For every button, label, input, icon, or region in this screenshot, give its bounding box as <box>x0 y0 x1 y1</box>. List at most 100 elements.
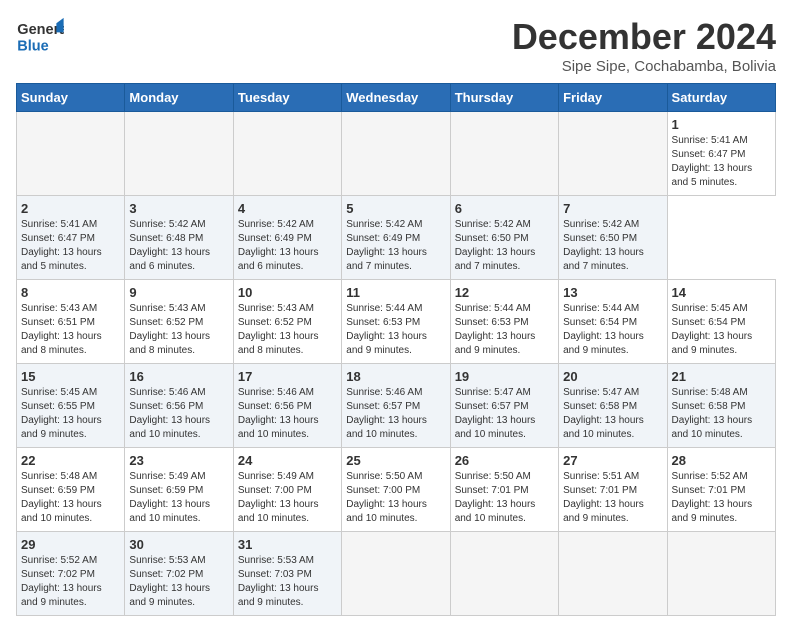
calendar-cell <box>125 112 233 196</box>
calendar-cell: 31 Sunrise: 5:53 AM Sunset: 7:03 PM Dayl… <box>233 532 341 616</box>
day-number: 19 <box>455 369 554 384</box>
cell-daylight: Daylight: 13 hours and 10 minutes. <box>129 415 210 440</box>
day-header-tuesday: Tuesday <box>233 84 341 112</box>
calendar-header: SundayMondayTuesdayWednesdayThursdayFrid… <box>17 84 776 112</box>
cell-sunset: Sunset: 6:50 PM <box>563 233 637 244</box>
day-number: 18 <box>346 369 445 384</box>
cell-daylight: Daylight: 13 hours and 10 minutes. <box>346 499 427 524</box>
cell-daylight: Daylight: 13 hours and 8 minutes. <box>129 331 210 356</box>
day-number: 29 <box>21 537 120 552</box>
day-number: 6 <box>455 201 554 216</box>
day-number: 30 <box>129 537 228 552</box>
cell-daylight: Daylight: 13 hours and 9 minutes. <box>346 331 427 356</box>
cell-sunrise: Sunrise: 5:46 AM <box>238 387 314 398</box>
day-number: 16 <box>129 369 228 384</box>
cell-daylight: Daylight: 13 hours and 10 minutes. <box>129 499 210 524</box>
cell-sunset: Sunset: 6:57 PM <box>455 401 529 412</box>
cell-sunset: Sunset: 6:59 PM <box>129 485 203 496</box>
cell-sunset: Sunset: 7:02 PM <box>21 569 95 580</box>
day-number: 20 <box>563 369 662 384</box>
day-header-sunday: Sunday <box>17 84 125 112</box>
day-number: 28 <box>672 453 771 468</box>
cell-sunset: Sunset: 7:01 PM <box>563 485 637 496</box>
calendar-cell: 12 Sunrise: 5:44 AM Sunset: 6:53 PM Dayl… <box>450 280 558 364</box>
cell-daylight: Daylight: 13 hours and 10 minutes. <box>238 499 319 524</box>
day-number: 9 <box>129 285 228 300</box>
cell-sunrise: Sunrise: 5:45 AM <box>672 303 748 314</box>
calendar-cell: 8 Sunrise: 5:43 AM Sunset: 6:51 PM Dayli… <box>17 280 125 364</box>
cell-sunset: Sunset: 7:00 PM <box>346 485 420 496</box>
cell-sunset: Sunset: 6:53 PM <box>346 317 420 328</box>
calendar-cell <box>17 112 125 196</box>
days-header-row: SundayMondayTuesdayWednesdayThursdayFrid… <box>17 84 776 112</box>
cell-sunrise: Sunrise: 5:42 AM <box>238 219 314 230</box>
day-number: 4 <box>238 201 337 216</box>
day-number: 25 <box>346 453 445 468</box>
cell-sunset: Sunset: 7:01 PM <box>455 485 529 496</box>
cell-daylight: Daylight: 13 hours and 10 minutes. <box>563 415 644 440</box>
day-header-wednesday: Wednesday <box>342 84 450 112</box>
cell-daylight: Daylight: 13 hours and 10 minutes. <box>455 415 536 440</box>
calendar-cell: 9 Sunrise: 5:43 AM Sunset: 6:52 PM Dayli… <box>125 280 233 364</box>
cell-daylight: Daylight: 13 hours and 8 minutes. <box>238 331 319 356</box>
cell-sunrise: Sunrise: 5:45 AM <box>21 387 97 398</box>
day-number: 1 <box>672 117 771 132</box>
page-header: General Blue December 2024 Sipe Sipe, Co… <box>16 16 776 75</box>
cell-daylight: Daylight: 13 hours and 8 minutes. <box>21 331 102 356</box>
day-number: 3 <box>129 201 228 216</box>
cell-sunrise: Sunrise: 5:53 AM <box>129 555 205 566</box>
cell-daylight: Daylight: 13 hours and 10 minutes. <box>21 499 102 524</box>
month-title: December 2024 <box>512 16 776 58</box>
cell-sunrise: Sunrise: 5:42 AM <box>455 219 531 230</box>
cell-sunrise: Sunrise: 5:47 AM <box>455 387 531 398</box>
calendar-cell <box>233 112 341 196</box>
cell-sunset: Sunset: 6:56 PM <box>129 401 203 412</box>
title-block: December 2024 Sipe Sipe, Cochabamba, Bol… <box>512 16 776 75</box>
week-row-1: 1 Sunrise: 5:41 AM Sunset: 6:47 PM Dayli… <box>17 112 776 196</box>
cell-sunset: Sunset: 6:52 PM <box>238 317 312 328</box>
cell-sunrise: Sunrise: 5:44 AM <box>455 303 531 314</box>
day-number: 27 <box>563 453 662 468</box>
day-number: 24 <box>238 453 337 468</box>
calendar-cell: 19 Sunrise: 5:47 AM Sunset: 6:57 PM Dayl… <box>450 364 558 448</box>
day-number: 15 <box>21 369 120 384</box>
cell-sunrise: Sunrise: 5:52 AM <box>672 471 748 482</box>
day-header-thursday: Thursday <box>450 84 558 112</box>
calendar-cell: 29 Sunrise: 5:52 AM Sunset: 7:02 PM Dayl… <box>17 532 125 616</box>
cell-sunrise: Sunrise: 5:44 AM <box>563 303 639 314</box>
week-row-5: 22 Sunrise: 5:48 AM Sunset: 6:59 PM Dayl… <box>17 448 776 532</box>
cell-daylight: Daylight: 13 hours and 6 minutes. <box>129 247 210 272</box>
calendar-cell: 7 Sunrise: 5:42 AM Sunset: 6:50 PM Dayli… <box>559 196 667 280</box>
calendar-cell <box>450 532 558 616</box>
calendar-cell <box>559 112 667 196</box>
cell-sunrise: Sunrise: 5:51 AM <box>563 471 639 482</box>
cell-daylight: Daylight: 13 hours and 10 minutes. <box>238 415 319 440</box>
cell-daylight: Daylight: 13 hours and 9 minutes. <box>563 331 644 356</box>
calendar-cell: 10 Sunrise: 5:43 AM Sunset: 6:52 PM Dayl… <box>233 280 341 364</box>
day-number: 31 <box>238 537 337 552</box>
day-number: 5 <box>346 201 445 216</box>
calendar-cell: 11 Sunrise: 5:44 AM Sunset: 6:53 PM Dayl… <box>342 280 450 364</box>
logo: General Blue <box>16 16 68 56</box>
day-number: 21 <box>672 369 771 384</box>
cell-sunset: Sunset: 6:58 PM <box>563 401 637 412</box>
cell-daylight: Daylight: 13 hours and 5 minutes. <box>21 247 102 272</box>
cell-sunrise: Sunrise: 5:42 AM <box>129 219 205 230</box>
cell-daylight: Daylight: 13 hours and 9 minutes. <box>238 583 319 608</box>
cell-sunset: Sunset: 6:49 PM <box>346 233 420 244</box>
day-number: 23 <box>129 453 228 468</box>
calendar-table: SundayMondayTuesdayWednesdayThursdayFrid… <box>16 83 776 616</box>
location-subtitle: Sipe Sipe, Cochabamba, Bolivia <box>512 58 776 75</box>
calendar-cell: 20 Sunrise: 5:47 AM Sunset: 6:58 PM Dayl… <box>559 364 667 448</box>
calendar-cell: 1 Sunrise: 5:41 AM Sunset: 6:47 PM Dayli… <box>667 112 775 196</box>
cell-sunset: Sunset: 6:55 PM <box>21 401 95 412</box>
calendar-cell <box>667 532 775 616</box>
calendar-cell: 6 Sunrise: 5:42 AM Sunset: 6:50 PM Dayli… <box>450 196 558 280</box>
calendar-cell: 18 Sunrise: 5:46 AM Sunset: 6:57 PM Dayl… <box>342 364 450 448</box>
calendar-cell: 27 Sunrise: 5:51 AM Sunset: 7:01 PM Dayl… <box>559 448 667 532</box>
calendar-cell <box>450 112 558 196</box>
calendar-cell: 15 Sunrise: 5:45 AM Sunset: 6:55 PM Dayl… <box>17 364 125 448</box>
cell-sunrise: Sunrise: 5:48 AM <box>21 471 97 482</box>
cell-sunset: Sunset: 6:59 PM <box>21 485 95 496</box>
calendar-cell: 14 Sunrise: 5:45 AM Sunset: 6:54 PM Dayl… <box>667 280 775 364</box>
